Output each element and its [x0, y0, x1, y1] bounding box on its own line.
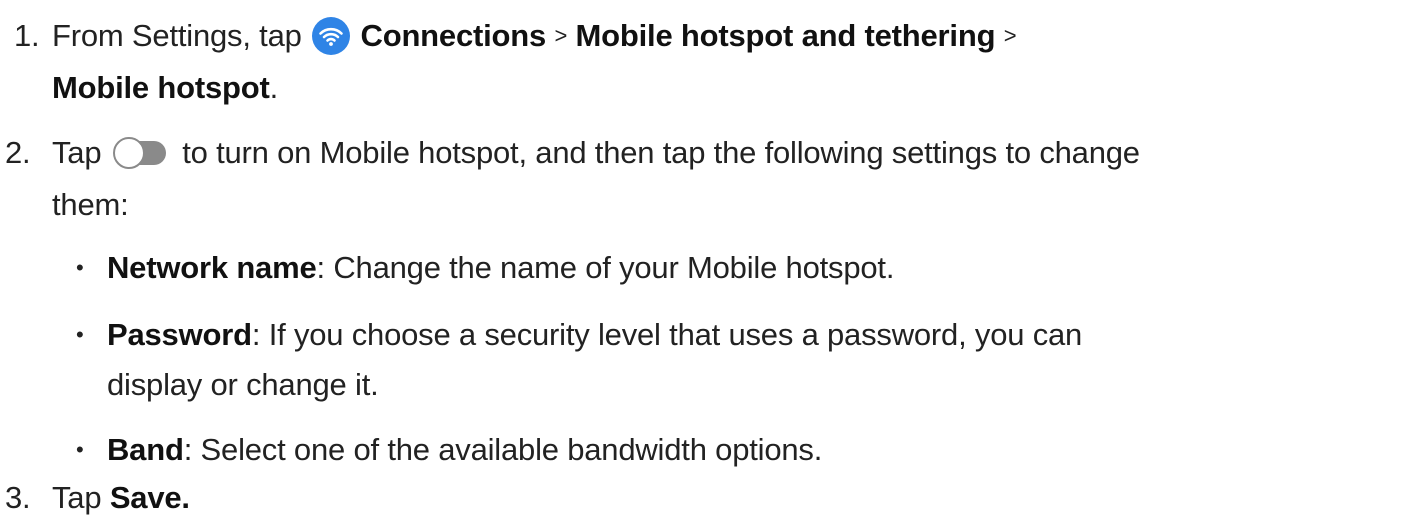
- bullet-icon: •: [76, 437, 84, 462]
- wifi-icon: [312, 17, 351, 55]
- password-text: If you choose a security level that uses…: [268, 317, 1083, 352]
- step-1-line-1: From Settings, tap Connections > Mobile …: [52, 16, 1017, 56]
- network-name-text: Change the name of your Mobile hotspot.: [333, 250, 895, 285]
- network-name-colon: :: [316, 250, 326, 285]
- step-1-line-2: Mobile hotspot.: [52, 68, 278, 108]
- step-1-number: 1.: [14, 18, 40, 53]
- instructions-document: 1. From Settings, tap Connections > Mobi…: [0, 0, 1408, 517]
- bullet-icon: •: [76, 255, 84, 280]
- step-3-tap: Tap: [52, 480, 102, 515]
- step-2-text: to turn on Mobile hotspot, and then tap …: [182, 135, 1140, 170]
- password-colon: :: [251, 317, 261, 352]
- password-text-line-2: display or change it.: [107, 367, 379, 402]
- step-2-number: 2.: [5, 135, 31, 170]
- bullet-password: Password: If you choose a security level…: [107, 315, 1082, 355]
- step-3-line-1: Tap Save.: [52, 478, 190, 518]
- mobile-hotspot-and-tethering-label: Mobile hotspot and tethering: [575, 18, 996, 53]
- bullet-band: Band: Select one of the available bandwi…: [107, 430, 822, 470]
- step-2-line-2: them:: [52, 187, 129, 222]
- network-name-term: Network name: [107, 250, 317, 285]
- save-label: Save: [109, 480, 182, 515]
- breadcrumb-separator: >: [1003, 23, 1017, 48]
- bullet-network-name: Network name: Change the name of your Mo…: [107, 248, 894, 288]
- step-2-tap: Tap: [52, 135, 102, 170]
- bullet-icon: •: [76, 322, 84, 347]
- step-1-period: .: [269, 70, 279, 105]
- password-term: Password: [107, 317, 252, 352]
- band-colon: :: [183, 432, 193, 467]
- toggle-switch-icon: [112, 137, 166, 169]
- step-1-text: From Settings, tap: [52, 18, 302, 53]
- band-text: Select one of the available bandwidth op…: [200, 432, 823, 467]
- mobile-hotspot-label: Mobile hotspot: [52, 70, 270, 105]
- step-3-number: 3.: [5, 480, 31, 515]
- band-term: Band: [107, 432, 184, 467]
- breadcrumb-separator: >: [554, 23, 568, 48]
- step-3-period: .: [181, 480, 190, 515]
- step-2-line-1: Tap to turn on Mobile hotspot, and then …: [52, 133, 1140, 173]
- connections-label: Connections: [360, 18, 547, 53]
